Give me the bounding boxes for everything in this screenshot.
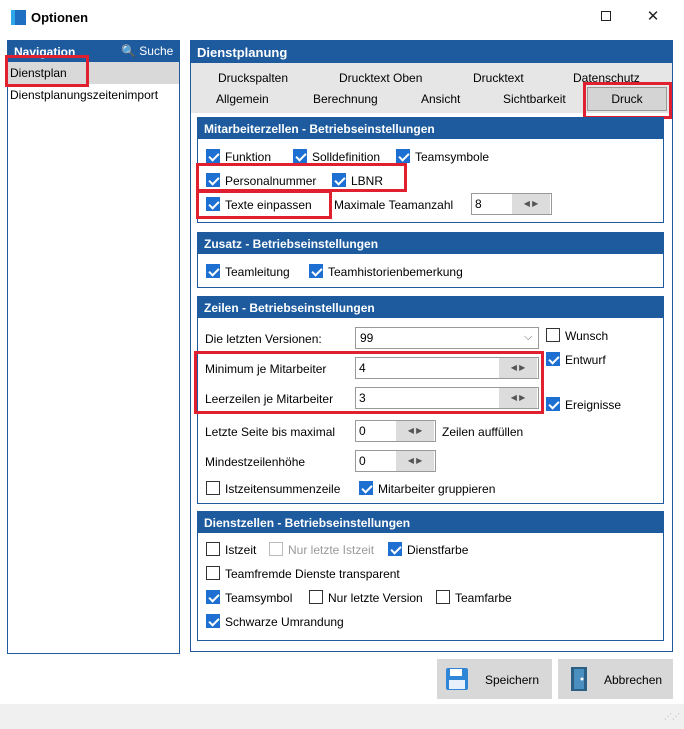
cancel-label: Abbrechen [604, 673, 663, 687]
close-button[interactable]: ✕ [639, 6, 667, 28]
mitarbeiter-gruppieren-checkbox[interactable] [359, 481, 373, 495]
teamsymbol-checkbox[interactable] [206, 590, 220, 604]
teamfarbe-label: Teamfarbe [455, 591, 512, 605]
entwurf-checkbox[interactable] [546, 352, 560, 366]
solldefinition-label: Solldefinition [312, 150, 381, 164]
teamfremde-label: Teamfremde Dienste transparent [225, 567, 400, 581]
letzte-seite-label: Letzte Seite bis maximal [205, 425, 336, 439]
letzte-versionen-label: Die letzten Versionen: [205, 332, 322, 346]
tab-berechnung[interactable]: Berechnung [313, 92, 378, 106]
max-teamanzahl-label: Maximale Teamanzahl [334, 198, 454, 212]
mindestzeilenhoehe-label: Mindestzeilenhöhe [205, 455, 306, 469]
dienstzellen-header: Dienstzellen - Betriebseinstellungen [198, 512, 663, 533]
teamsymbol-label: Teamsymbol [225, 591, 293, 605]
navigation-panel [7, 40, 180, 654]
highlight-box [5, 55, 89, 87]
teamleitung-label: Teamleitung [225, 265, 290, 279]
main-header: Dienstplanung [191, 41, 672, 63]
tab-drucktext[interactable]: Drucktext [473, 71, 524, 85]
zeilen-auffuellen-label: Zeilen auffüllen [442, 425, 524, 439]
letzte-versionen-dropdown[interactable]: 99 [355, 327, 539, 349]
highlight-box [583, 82, 672, 119]
solldefinition-checkbox[interactable] [293, 149, 307, 163]
funktion-checkbox[interactable] [206, 149, 220, 163]
letzte-seite-stepper[interactable]: ◀ ▶ [396, 421, 434, 441]
tab-druckspalten[interactable]: Druckspalten [218, 71, 288, 85]
nur-letzte-version-label: Nur letzte Version [328, 591, 423, 605]
cancel-button[interactable]: Abbrechen [558, 659, 673, 699]
zusatz-header: Zusatz - Betriebseinstellungen [198, 233, 663, 254]
teamhistorienbemerkung-checkbox[interactable] [309, 264, 323, 278]
nur-letzte-istzeit-label: Nur letzte Istzeit [288, 543, 375, 557]
tab-drucktext-oben[interactable]: Drucktext Oben [339, 71, 422, 85]
highlight-box [196, 163, 407, 192]
tab-ansicht[interactable]: Ansicht [421, 92, 460, 106]
tab-sichtbarkeit[interactable]: Sichtbarkeit [503, 92, 566, 106]
teamhistorienbemerkung-label: Teamhistorienbemerkung [328, 265, 463, 279]
funktion-label: Funktion [225, 150, 272, 164]
highlight-box [194, 351, 544, 414]
istzeitensummenzeile-label: Istzeitensummenzeile [225, 482, 341, 496]
highlight-box [196, 190, 332, 219]
nur-letzte-version-checkbox[interactable] [309, 590, 323, 604]
save-button[interactable]: Speichern [437, 659, 552, 699]
zeilen-header: Zeilen - Betriebseinstellungen [198, 297, 663, 318]
floppy-disk-icon [446, 668, 468, 690]
teamleitung-checkbox[interactable] [206, 264, 220, 278]
schwarze-umrandung-checkbox[interactable] [206, 614, 220, 628]
entwurf-label: Entwurf [565, 353, 606, 367]
mitarbeiterzellen-header: Mitarbeiterzellen - Betriebseinstellunge… [198, 118, 663, 139]
chevron-down-icon[interactable]: ⌵ [524, 331, 532, 344]
title-bar [0, 0, 684, 34]
istzeit-checkbox[interactable] [206, 542, 220, 556]
dienstfarbe-label: Dienstfarbe [407, 543, 469, 557]
search-link[interactable]: 🔍 Suche [121, 44, 173, 58]
istzeit-label: Istzeit [225, 543, 257, 557]
dienstfarbe-checkbox[interactable] [388, 542, 402, 556]
teamsymbole-label: Teamsymbole [415, 150, 490, 164]
maximize-button[interactable] [592, 6, 620, 28]
max-teamanzahl-stepper[interactable]: ◀ ▶ [512, 194, 550, 214]
save-label: Speichern [485, 673, 540, 687]
wunsch-checkbox[interactable] [546, 328, 560, 342]
resize-grip-icon[interactable]: ⋰⋰ [664, 712, 680, 721]
teamfarbe-checkbox[interactable] [436, 590, 450, 604]
window-title: Optionen [31, 10, 89, 25]
ereignisse-checkbox[interactable] [546, 397, 560, 411]
app-icon [11, 10, 26, 25]
wunsch-label: Wunsch [565, 329, 609, 343]
maximize-icon [601, 11, 611, 21]
istzeitensummenzeile-checkbox[interactable] [206, 481, 220, 495]
teamfremde-checkbox[interactable] [206, 566, 220, 580]
tab-allgemein[interactable]: Allgemein [216, 92, 269, 106]
mitarbeiter-gruppieren-label: Mitarbeiter gruppieren [378, 482, 496, 496]
status-bar [0, 704, 684, 729]
teamsymbole-checkbox[interactable] [396, 149, 410, 163]
nur-letzte-istzeit-checkbox[interactable] [269, 542, 283, 556]
ereignisse-label: Ereignisse [565, 398, 622, 412]
nav-item-dienstplanungszeitenimport[interactable]: Dienstplanungszeitenimport [8, 84, 179, 106]
schwarze-umrandung-label: Schwarze Umrandung [225, 615, 344, 629]
exit-door-icon [571, 667, 587, 691]
mindestzeilenhoehe-stepper[interactable]: ◀ ▶ [396, 451, 434, 471]
